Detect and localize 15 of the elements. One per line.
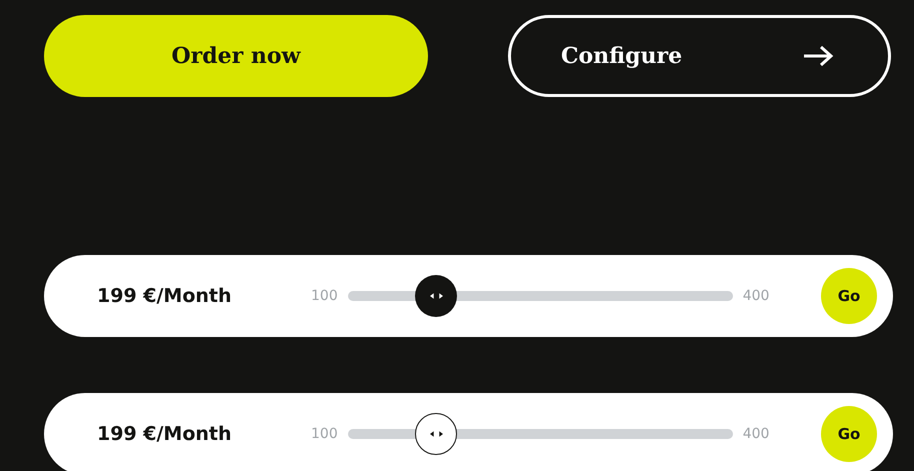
arrow-right-icon <box>802 44 834 68</box>
min-label: 100 <box>311 288 338 304</box>
slider-thumb[interactable] <box>415 413 458 455</box>
go-button[interactable]: Go <box>821 268 877 324</box>
go-button[interactable]: Go <box>821 406 877 462</box>
price-label: 199 €/Month <box>97 285 233 307</box>
slider-track[interactable] <box>348 413 733 455</box>
max-label: 400 <box>742 288 770 304</box>
slider-track[interactable] <box>348 275 733 317</box>
max-label: 400 <box>742 426 770 442</box>
slider-thumb[interactable] <box>415 275 458 317</box>
order-button[interactable]: Order now <box>44 15 428 97</box>
min-label: 100 <box>311 426 338 442</box>
price-label: 199 €/Month <box>97 423 233 445</box>
configure-button[interactable]: Configure <box>508 15 891 97</box>
